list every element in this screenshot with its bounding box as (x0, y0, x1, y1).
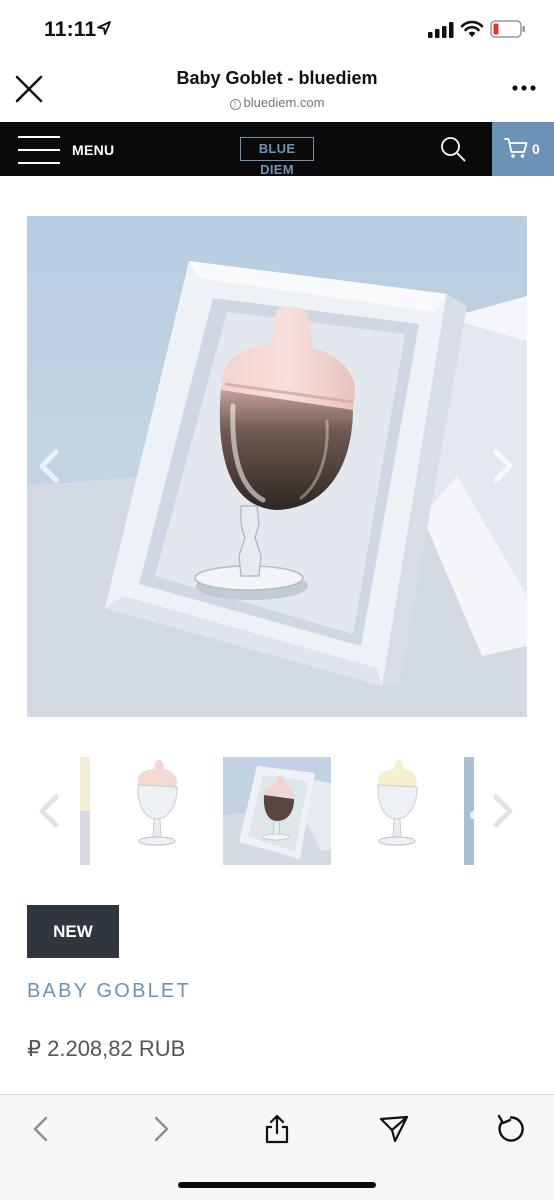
share-icon[interactable] (261, 1113, 293, 1145)
new-badge: NEW (27, 905, 119, 958)
cart-count: 0 (532, 141, 540, 157)
image-next-arrow-icon[interactable] (488, 448, 516, 484)
browser-header: Baby Goblet - bluediem ! bluediem.com (0, 60, 554, 122)
thumbnail-item[interactable] (348, 757, 446, 865)
info-icon: ! (229, 99, 241, 110)
brand-logo[interactable]: BLUE DIEM (240, 137, 314, 177)
cart-icon (504, 138, 528, 158)
more-options-icon[interactable] (510, 80, 540, 96)
page-url: ! bluediem.com (0, 95, 554, 110)
wifi-icon (460, 20, 484, 37)
product-price: ₽ 2.208,82 RUB (27, 1036, 186, 1061)
cellular-signal-icon (428, 22, 454, 38)
menu-button[interactable]: MENU (18, 135, 118, 165)
home-indicator (178, 1182, 376, 1188)
reload-icon[interactable] (495, 1113, 527, 1145)
back-icon[interactable] (26, 1113, 58, 1145)
cart-button[interactable]: 0 (492, 122, 554, 176)
url-text: bluediem.com (243, 95, 325, 110)
thumbnail-prev-arrow-icon[interactable] (36, 793, 64, 829)
thumbnail-item-selected[interactable] (223, 757, 331, 865)
search-icon[interactable] (440, 136, 466, 162)
site-navbar: MENU BLUE DIEM 0 (0, 122, 554, 177)
thumbnail-next-arrow-icon[interactable] (488, 793, 516, 829)
status-bar: 11:11 (0, 0, 554, 60)
thumbnail-item[interactable] (108, 757, 206, 865)
send-icon[interactable] (378, 1113, 410, 1145)
main-product-image[interactable] (27, 216, 527, 717)
page-title: Baby Goblet - bluediem (176, 68, 378, 88)
thumbnail-strip (0, 757, 554, 865)
hamburger-icon (18, 135, 60, 165)
image-prev-arrow-icon[interactable] (36, 448, 64, 484)
thumbnail-partial-left[interactable] (80, 757, 90, 865)
status-time: 11:11 (44, 18, 97, 41)
location-arrow-icon (97, 21, 111, 35)
menu-label: MENU (72, 142, 115, 158)
thumbnail-partial-right[interactable] (464, 757, 474, 865)
product-name: BABY GOBLET (27, 980, 191, 1002)
forward-icon[interactable] (144, 1113, 176, 1145)
battery-low-icon (490, 20, 525, 38)
